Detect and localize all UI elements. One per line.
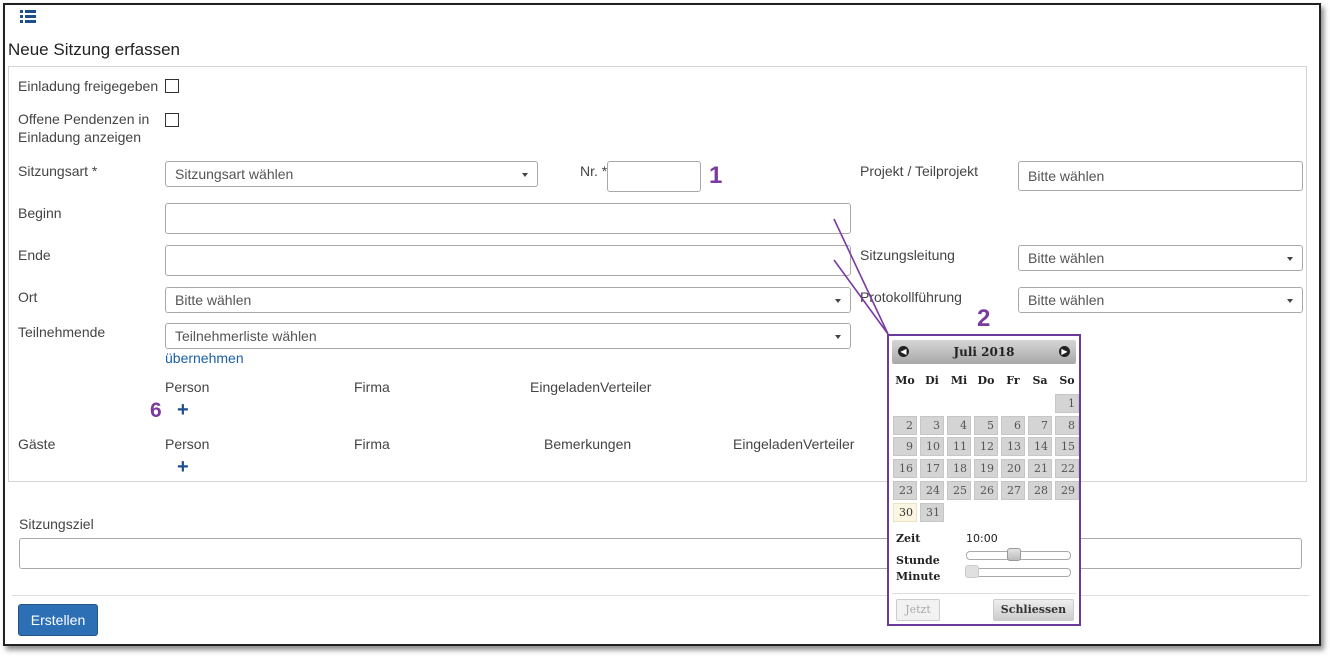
zeit-value: 10:00: [966, 532, 998, 545]
calendar-day[interactable]: 18: [947, 459, 971, 479]
calendar-day[interactable]: 5: [974, 415, 998, 435]
calendar-day[interactable]: 27: [1001, 480, 1025, 500]
calendar-day[interactable]: 20: [1001, 459, 1025, 479]
calendar-day[interactable]: 11: [947, 437, 971, 457]
calendar-day[interactable]: 28: [1028, 480, 1052, 500]
minute-label: Minute: [896, 570, 941, 583]
datepicker: ◀ Juli 2018 ▶ Mo Di Mi Do Fr Sa So 1 2 3 4 5 6 7 8 9 10 1…: [887, 334, 1081, 626]
jetzt-button[interactable]: Jetzt: [896, 599, 940, 621]
zeit-label: Zeit: [896, 532, 921, 545]
next-month-icon[interactable]: ▶: [1059, 346, 1070, 357]
calendar-day[interactable]: 21: [1028, 459, 1052, 479]
weekday-header: Mo: [895, 374, 915, 387]
calendar-day[interactable]: 19: [974, 459, 998, 479]
calendar-day[interactable]: 25: [947, 480, 971, 500]
calendar-day[interactable]: 14: [1028, 437, 1052, 457]
calendar-day[interactable]: 4: [947, 415, 971, 435]
weekday-header: Sa: [1032, 374, 1048, 387]
calendar-day[interactable]: 30: [893, 502, 917, 522]
stunde-label: Stunde: [896, 554, 940, 567]
schliessen-button[interactable]: Schliessen: [993, 599, 1074, 621]
calendar-day[interactable]: 2: [893, 415, 917, 435]
weekday-header: Fr: [1006, 374, 1020, 387]
calendar-day[interactable]: 31: [920, 502, 944, 522]
calendar-day[interactable]: 9: [893, 437, 917, 457]
weekday-header: Do: [977, 374, 995, 387]
datepicker-header: ◀ Juli 2018 ▶: [892, 340, 1076, 364]
stunde-slider-handle[interactable]: [1006, 548, 1021, 561]
calendar-day[interactable]: 6: [1001, 415, 1025, 435]
annotation-lines: [833, 218, 889, 335]
minute-slider-handle[interactable]: [965, 565, 979, 578]
calendar-day[interactable]: 10: [920, 437, 944, 457]
calendar-day[interactable]: 29: [1055, 480, 1079, 500]
datepicker-month-label: Juli 2018: [953, 345, 1015, 359]
stunde-slider[interactable]: [966, 548, 1071, 561]
calendar-day[interactable]: 7: [1028, 415, 1052, 435]
calendar-day[interactable]: 24: [920, 480, 944, 500]
calendar-day[interactable]: 12: [974, 437, 998, 457]
calendar-day[interactable]: 16: [893, 459, 917, 479]
calendar-day[interactable]: 3: [920, 415, 944, 435]
weekday-header: So: [1059, 374, 1075, 387]
weekday-header: Di: [925, 374, 939, 387]
calendar-day[interactable]: 1: [1055, 394, 1079, 413]
datepicker-divider: [892, 593, 1076, 594]
weekday-header: Mi: [950, 374, 968, 387]
calendar-day[interactable]: 15: [1055, 437, 1079, 457]
calendar-day[interactable]: 17: [920, 459, 944, 479]
calendar-day[interactable]: 26: [974, 480, 998, 500]
calendar-day[interactable]: 8: [1055, 415, 1079, 435]
minute-slider[interactable]: [965, 565, 1071, 578]
annotation-2: 2: [977, 305, 991, 332]
calendar-day[interactable]: 13: [1001, 437, 1025, 457]
calendar-day[interactable]: 23: [893, 480, 917, 500]
calendar-day[interactable]: 22: [1055, 459, 1079, 479]
